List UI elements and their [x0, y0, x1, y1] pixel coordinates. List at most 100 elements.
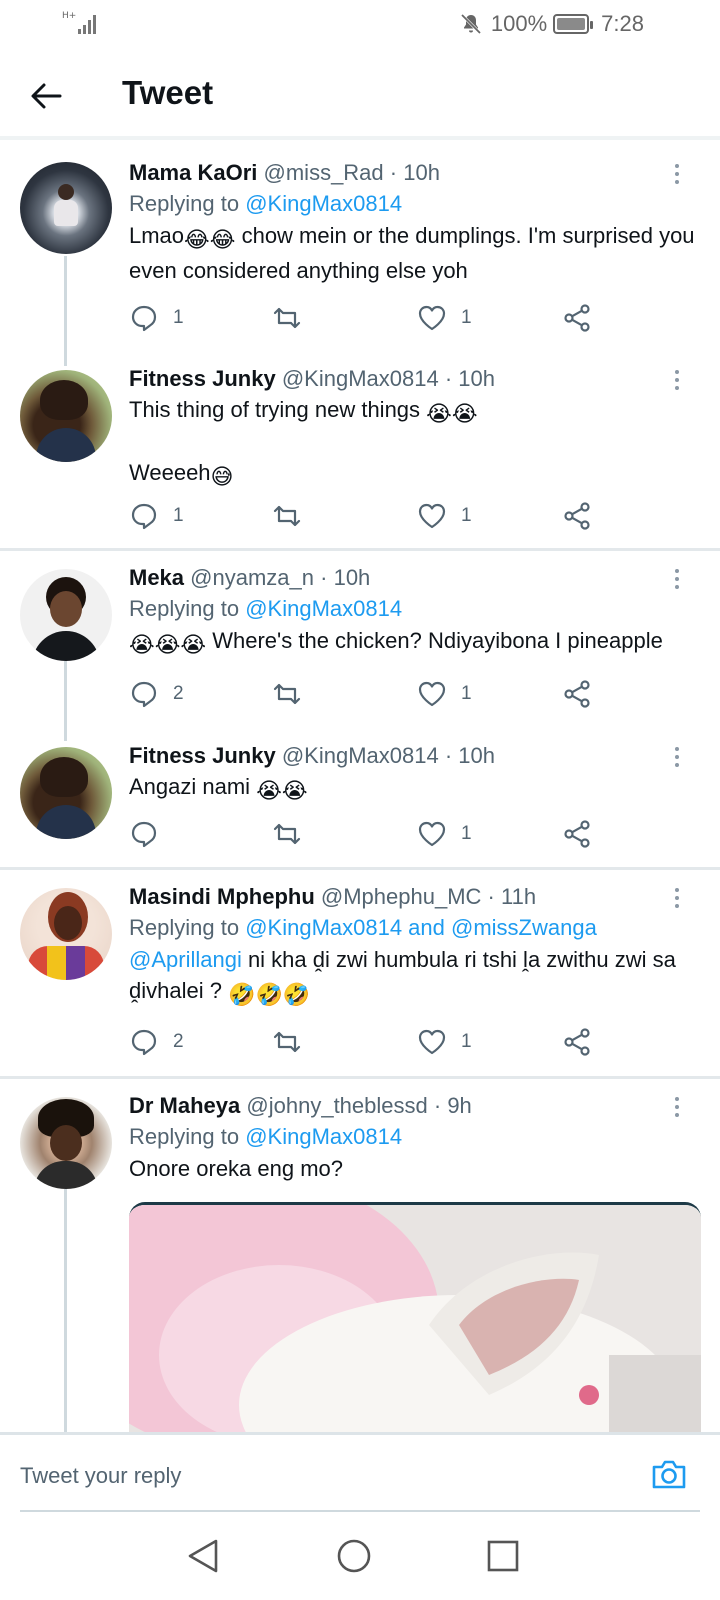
- retweet-icon: [273, 307, 301, 329]
- reply-input[interactable]: Tweet your reply: [20, 1463, 181, 1489]
- more-options-icon[interactable]: [674, 162, 680, 188]
- camera-icon[interactable]: [650, 1455, 688, 1493]
- reply-button[interactable]: 2: [129, 678, 184, 710]
- more-options-icon[interactable]: [674, 745, 680, 771]
- tweet-time: · 10h: [444, 366, 495, 391]
- pet-photo: [129, 1205, 701, 1432]
- tweet-actions: 2 1: [129, 1026, 609, 1058]
- reply-mention-link[interactable]: @KingMax0814 and @missZwanga: [245, 915, 597, 940]
- reply-mention-link[interactable]: @KingMax0814: [245, 1124, 402, 1149]
- tweet-time: · 10h: [389, 160, 440, 185]
- avatar[interactable]: [20, 569, 112, 661]
- tweet-feed[interactable]: Mama KaOri @miss_Rad · 10h Replying to @…: [0, 144, 720, 1432]
- tweet-time: · 11h: [487, 884, 537, 909]
- like-count: 1: [461, 307, 472, 328]
- tweet-meta: Meka @nyamza_n · 10h: [129, 563, 698, 593]
- avatar[interactable]: [20, 162, 112, 254]
- share-button[interactable]: [562, 500, 592, 532]
- reply-button[interactable]: [129, 818, 173, 850]
- author-name[interactable]: Masindi Mphephu: [129, 884, 315, 909]
- tweet-image[interactable]: [129, 1202, 701, 1432]
- emoji: 😭😭: [256, 778, 308, 803]
- like-button[interactable]: 1: [417, 500, 472, 532]
- share-icon: [564, 820, 590, 848]
- reply-count: 2: [173, 683, 184, 704]
- share-button[interactable]: [562, 302, 592, 334]
- tweet-actions: 1: [129, 818, 609, 850]
- like-button[interactable]: 1: [417, 302, 472, 334]
- reply-count: 1: [173, 505, 184, 526]
- like-button[interactable]: 1: [417, 678, 472, 710]
- like-count: 1: [461, 505, 472, 526]
- clock: 7:28: [601, 11, 644, 36]
- author-name[interactable]: Fitness Junky: [129, 366, 276, 391]
- reply-icon: [131, 503, 157, 530]
- tweet-item[interactable]: Dr Maheya @johny_theblessd · 9h Replying…: [0, 1079, 720, 1432]
- reply-button[interactable]: 2: [129, 1026, 184, 1058]
- replying-to: Replying to @KingMax0814: [129, 593, 698, 625]
- more-options-icon[interactable]: [674, 567, 680, 593]
- author-handle[interactable]: @KingMax0814: [282, 366, 439, 391]
- reply-mention-link[interactable]: @KingMax0814: [245, 191, 402, 216]
- tweet-item[interactable]: Masindi Mphephu @Mphephu_MC · 11h Replyi…: [0, 870, 720, 1078]
- nav-recents-icon[interactable]: [486, 1538, 520, 1574]
- share-button[interactable]: [562, 818, 592, 850]
- reply-count: 1: [173, 307, 184, 328]
- share-button[interactable]: [562, 1026, 592, 1058]
- mention-link[interactable]: @Aprillangi: [129, 947, 242, 972]
- reply-button[interactable]: 1: [129, 500, 184, 532]
- retweet-button[interactable]: [272, 500, 302, 532]
- bell-off-icon: [460, 13, 481, 35]
- author-name[interactable]: Mama KaOri: [129, 160, 257, 185]
- tweet-actions: 2 1: [129, 678, 609, 710]
- share-icon: [564, 304, 590, 332]
- author-handle[interactable]: @nyamza_n: [190, 565, 314, 590]
- author-name[interactable]: Meka: [129, 565, 184, 590]
- back-arrow-icon[interactable]: [28, 78, 64, 114]
- author-handle[interactable]: @Mphephu_MC: [321, 884, 482, 909]
- system-nav-bar: [0, 1512, 720, 1600]
- avatar[interactable]: [20, 888, 112, 980]
- tweet-text-line: Weeeeh😅: [129, 457, 698, 492]
- share-icon: [564, 502, 590, 530]
- retweet-button[interactable]: [272, 818, 302, 850]
- more-options-icon[interactable]: [674, 368, 680, 394]
- more-options-icon[interactable]: [674, 886, 680, 912]
- tweet-text: This thing of trying new things 😭😭: [129, 394, 698, 429]
- tweet-item[interactable]: Fitness Junky @KingMax0814 · 10h Angazi …: [0, 731, 720, 869]
- replying-to-label: Replying to: [129, 1124, 240, 1149]
- avatar[interactable]: [20, 1097, 112, 1189]
- tweet-item[interactable]: Mama KaOri @miss_Rad · 10h Replying to @…: [0, 144, 720, 366]
- replying-to: Replying to @KingMax0814: [129, 1121, 698, 1153]
- retweet-icon: [273, 1031, 301, 1053]
- tweet-item[interactable]: Fitness Junky @KingMax0814 · 10h This th…: [0, 354, 720, 550]
- reply-icon: [131, 1029, 157, 1056]
- reply-icon: [131, 681, 157, 708]
- author-handle[interactable]: @KingMax0814: [282, 743, 439, 768]
- nav-home-icon[interactable]: [336, 1538, 372, 1574]
- tweet-item[interactable]: Meka @nyamza_n · 10h Replying to @KingMa…: [0, 551, 720, 741]
- emoji: 😅: [210, 464, 234, 489]
- avatar[interactable]: [20, 370, 112, 462]
- like-button[interactable]: 1: [417, 1026, 472, 1058]
- reply-icon: [131, 821, 157, 848]
- emoji: 😭😭: [426, 401, 478, 426]
- author-name[interactable]: Dr Maheya: [129, 1093, 240, 1118]
- retweet-button[interactable]: [272, 1026, 302, 1058]
- like-button[interactable]: 1: [417, 818, 472, 850]
- tweet-meta: Mama KaOri @miss_Rad · 10h: [129, 158, 698, 188]
- author-handle[interactable]: @miss_Rad: [264, 160, 384, 185]
- share-icon: [564, 1028, 590, 1056]
- more-options-icon[interactable]: [674, 1095, 680, 1121]
- nav-back-icon[interactable]: [186, 1538, 220, 1574]
- share-button[interactable]: [562, 678, 592, 710]
- author-name[interactable]: Fitness Junky: [129, 743, 276, 768]
- reply-button[interactable]: 1: [129, 302, 184, 334]
- replying-to: Replying to @KingMax0814: [129, 188, 698, 220]
- author-handle[interactable]: @johny_theblessd: [246, 1093, 427, 1118]
- emoji: 😭😭😭: [129, 632, 207, 657]
- avatar[interactable]: [20, 747, 112, 839]
- reply-mention-link[interactable]: @KingMax0814: [245, 596, 402, 621]
- retweet-button[interactable]: [272, 678, 302, 710]
- retweet-button[interactable]: [272, 302, 302, 334]
